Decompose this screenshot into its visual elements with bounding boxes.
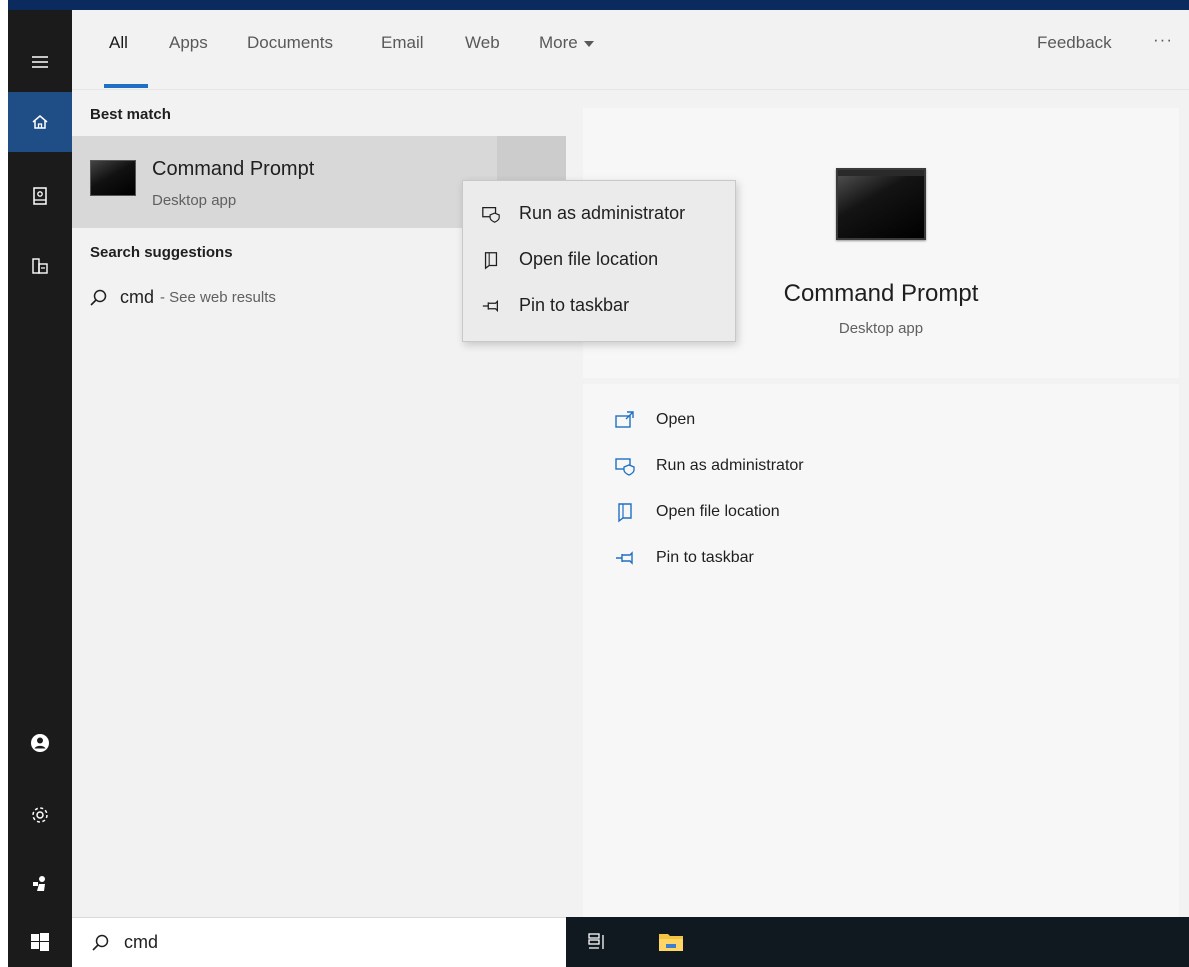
tab-email[interactable]: Email <box>381 33 424 53</box>
tab-all[interactable]: All <box>109 33 128 53</box>
suggestion-term: cmd <box>120 287 155 307</box>
action-open-file-location[interactable]: Open file location <box>614 501 780 523</box>
suggestion-item[interactable]: cmd - See web results <box>88 287 276 308</box>
top-accent-bar <box>8 0 1189 10</box>
action-open[interactable]: Open <box>614 409 695 431</box>
home-icon <box>32 115 48 129</box>
settings-button[interactable] <box>8 785 72 845</box>
account-icon <box>31 734 49 752</box>
context-pin-to-taskbar[interactable]: Pin to taskbar <box>481 295 629 316</box>
feedback-hub-button[interactable] <box>8 854 72 914</box>
file-location-icon <box>484 251 498 269</box>
context-menu: Run as administrator Open file location … <box>462 180 736 342</box>
search-icon <box>92 934 109 951</box>
pin-icon <box>616 551 633 565</box>
windows-logo-icon <box>31 933 49 951</box>
task-view-icon <box>588 933 604 949</box>
hamburger-icon <box>32 56 48 68</box>
feedback-link[interactable]: Feedback <box>1037 33 1112 53</box>
more-options-button[interactable]: ··· <box>1153 30 1173 50</box>
context-run-as-administrator[interactable]: Run as administrator <box>481 203 685 224</box>
file-location-icon <box>618 503 632 523</box>
account-button[interactable] <box>8 713 72 773</box>
menu-button[interactable] <box>8 32 72 92</box>
search-suggestions-heading: Search suggestions <box>90 244 233 261</box>
context-open-file-location[interactable]: Open file location <box>481 249 658 270</box>
search-input[interactable] <box>124 932 504 953</box>
scope-tabs <box>72 10 1189 90</box>
notebook-button[interactable] <box>8 166 72 226</box>
tab-web[interactable]: Web <box>465 33 500 53</box>
context-run-as-administrator-label: Run as administrator <box>519 203 686 223</box>
best-match-subtitle: Desktop app <box>152 192 237 209</box>
suggestion-hint: - See web results <box>160 289 276 306</box>
documents-icon <box>32 258 48 274</box>
search-box[interactable] <box>72 917 566 967</box>
folder-icon <box>659 934 683 951</box>
context-pin-to-taskbar-label: Pin to taskbar <box>519 295 630 315</box>
action-run-as-administrator[interactable]: Run as administrator <box>614 455 804 477</box>
task-view-button[interactable] <box>582 927 612 957</box>
action-open-file-location-label: Open file location <box>656 503 780 520</box>
settings-icon <box>32 807 48 823</box>
action-run-as-administrator-label: Run as administrator <box>656 457 804 474</box>
shield-run-icon <box>482 206 500 223</box>
pin-icon <box>482 299 498 312</box>
notebook-icon <box>33 187 47 205</box>
search-icon <box>90 289 107 306</box>
start-button[interactable] <box>8 917 72 967</box>
file-explorer-button[interactable] <box>656 927 686 957</box>
command-prompt-icon <box>90 160 136 196</box>
action-open-label: Open <box>656 411 696 428</box>
tab-more[interactable]: More <box>539 33 594 53</box>
open-icon <box>615 411 634 428</box>
taskbar <box>566 917 1189 967</box>
active-tab-indicator <box>104 84 148 88</box>
action-pin-to-taskbar[interactable]: Pin to taskbar <box>614 547 754 569</box>
home-button[interactable] <box>8 92 72 152</box>
tab-more-label: More <box>539 33 578 52</box>
tab-documents[interactable]: Documents <box>247 33 333 53</box>
tab-apps[interactable]: Apps <box>169 33 208 53</box>
chevron-down-icon <box>583 40 594 47</box>
left-rail <box>8 10 72 967</box>
context-open-file-location-label: Open file location <box>519 249 659 269</box>
best-match-heading: Best match <box>90 106 171 123</box>
feedback-person-icon <box>33 876 45 891</box>
best-match-title: Command Prompt <box>152 158 315 180</box>
action-pin-to-taskbar-label: Pin to taskbar <box>656 549 754 566</box>
command-prompt-large-icon <box>836 168 926 240</box>
documents-button[interactable] <box>8 236 72 296</box>
shield-run-icon <box>615 458 635 476</box>
